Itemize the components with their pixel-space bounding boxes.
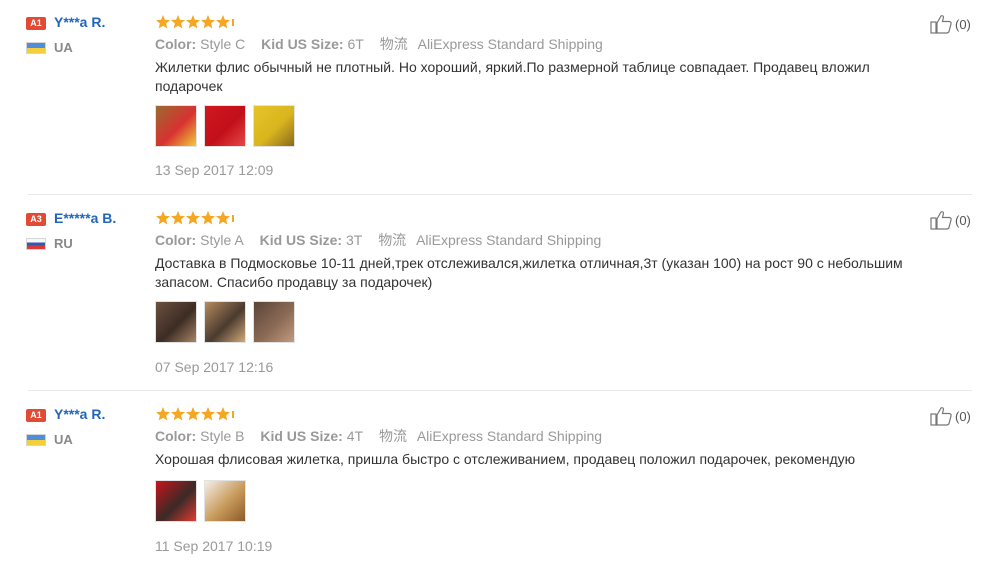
reviewer-name[interactable]: Y***a R. — [54, 406, 105, 422]
review-item: A3 E*****a B. RU Color: Style A Kid US S… — [0, 210, 1000, 390]
reviewer-country: UA — [54, 40, 73, 55]
star-icon — [201, 15, 215, 29]
review-item: A1 Y***a R. UA Color: Style C Kid US Siz… — [0, 14, 1000, 194]
color-value: Style A — [200, 232, 244, 248]
order-details: Color: Style C Kid US Size: 6T 物流 AliExp… — [155, 34, 603, 54]
star-icon — [201, 211, 215, 225]
star-icon — [186, 407, 200, 421]
photo-thumbnail[interactable] — [155, 105, 197, 147]
shipping-icon: 物流 — [378, 232, 407, 248]
photo-thumbnail[interactable] — [155, 480, 197, 522]
reviewer-name[interactable]: Y***a R. — [54, 14, 105, 30]
reviewer-country: UA — [54, 432, 73, 447]
helpful-count: (0) — [955, 16, 971, 32]
star-rating — [155, 14, 237, 30]
helpful-button[interactable]: (0) — [930, 14, 971, 34]
buyer-level-badge: A1 — [26, 409, 46, 422]
helpful-count: (0) — [955, 212, 971, 228]
star-icon — [171, 211, 185, 225]
color-label: Color: — [155, 232, 197, 248]
star-icon — [216, 407, 230, 421]
shipping-icon: 物流 — [378, 428, 407, 444]
size-label: Kid US Size: — [261, 36, 344, 52]
photo-thumbnail[interactable] — [204, 301, 246, 343]
star-rating-icon — [156, 15, 234, 29]
shipping-method: AliExpress Standard Shipping — [416, 232, 602, 248]
review-divider — [28, 194, 972, 195]
shipping-method: AliExpress Standard Shipping — [417, 36, 603, 52]
color-value: Style C — [200, 36, 246, 52]
review-photos — [155, 480, 246, 522]
star-icon — [216, 15, 230, 29]
thumbs-up-icon — [930, 407, 952, 426]
star-rating-icon — [156, 407, 234, 421]
review-text: Жилетки флис обычный не плотный. Но хоро… — [155, 59, 870, 94]
photo-thumbnail[interactable] — [253, 105, 295, 147]
buyer-level-badge: A1 — [26, 17, 46, 30]
star-icon — [171, 407, 185, 421]
reviewer-name[interactable]: E*****a B. — [54, 210, 116, 226]
color-label: Color: — [155, 428, 197, 444]
shipping-method: AliExpress Standard Shipping — [416, 428, 603, 444]
review-date: 13 Sep 2017 12:09 — [155, 162, 274, 178]
star-icon — [171, 15, 185, 29]
size-value: 3T — [345, 232, 363, 248]
star-icon — [186, 211, 200, 225]
star-icon — [186, 15, 200, 29]
star-rating-icon — [156, 211, 234, 225]
review-date: 11 Sep 2017 10:19 — [155, 538, 273, 554]
buyer-level-badge: A3 — [26, 213, 46, 226]
photo-thumbnail[interactable] — [253, 301, 295, 343]
country-flag-icon — [26, 42, 46, 54]
country-flag-icon — [26, 434, 46, 446]
country-flag-icon — [26, 238, 46, 250]
helpful-count: (0) — [955, 408, 971, 424]
helpful-button[interactable]: (0) — [930, 210, 971, 230]
helpful-button[interactable]: (0) — [930, 406, 971, 426]
review-divider — [28, 390, 972, 391]
star-remainder-mark — [232, 411, 234, 418]
star-icon — [216, 211, 230, 225]
thumbs-up-icon — [930, 211, 952, 230]
size-label: Kid US Size: — [260, 428, 343, 444]
photo-thumbnail[interactable] — [204, 105, 246, 147]
thumbs-up-icon — [930, 15, 952, 34]
star-icon — [156, 211, 170, 225]
size-label: Kid US Size: — [259, 232, 343, 248]
size-value: 4T — [346, 428, 364, 444]
star-remainder-mark — [232, 19, 234, 26]
star-icon — [201, 407, 215, 421]
star-rating — [155, 406, 237, 422]
review-photos — [155, 105, 295, 147]
order-details: Color: Style A Kid US Size: 3T 物流 AliExp… — [155, 230, 601, 250]
star-remainder-mark — [232, 215, 234, 222]
review-item: A1 Y***a R. UA Color: Style B Kid US Siz… — [0, 406, 1000, 566]
order-details: Color: Style B Kid US Size: 4T 物流 AliExp… — [155, 426, 602, 446]
star-rating — [155, 210, 237, 226]
review-text: Доставка в Подмосковье 10-11 дней,трек о… — [155, 255, 903, 290]
size-value: 6T — [347, 36, 364, 52]
shipping-icon: 物流 — [379, 36, 408, 52]
star-icon — [156, 15, 170, 29]
review-photos — [155, 301, 295, 343]
color-label: Color: — [155, 36, 197, 52]
photo-thumbnail[interactable] — [155, 301, 197, 343]
star-icon — [156, 407, 170, 421]
reviewer-country: RU — [54, 236, 73, 251]
review-date: 07 Sep 2017 12:16 — [155, 359, 274, 375]
review-text: Хорошая флисовая жилетка, пришла быстро … — [155, 451, 856, 467]
color-value: Style B — [200, 428, 245, 444]
photo-thumbnail[interactable] — [204, 480, 246, 522]
